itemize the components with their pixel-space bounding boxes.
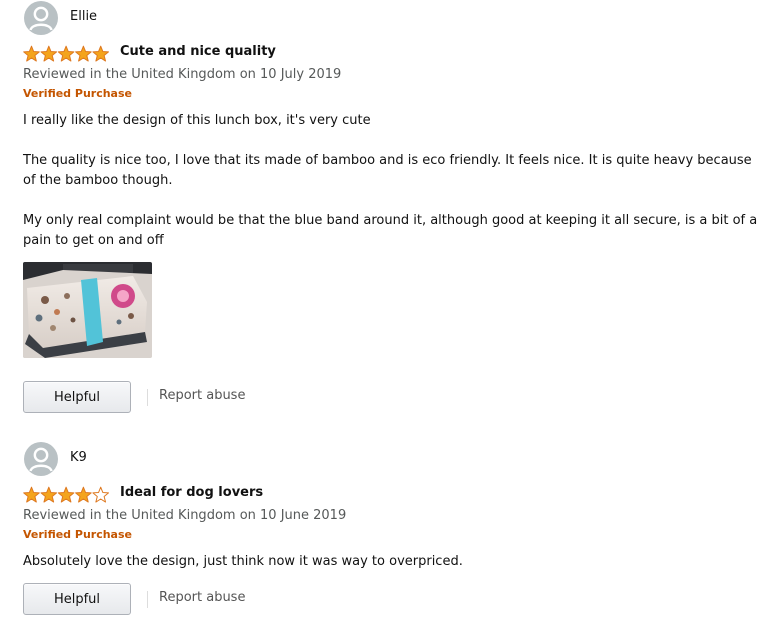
review-actions: Helpful Report abuse bbox=[23, 381, 323, 415]
review-actions: Helpful Report abuse bbox=[23, 583, 323, 617]
helpful-button[interactable]: Helpful bbox=[23, 381, 131, 413]
review-card: K9 Ideal for dog lovers Reviewed in the … bbox=[23, 442, 763, 572]
verified-purchase-badge: Verified Purchase bbox=[23, 528, 132, 541]
review-title-link[interactable]: Cute and nice quality bbox=[120, 44, 276, 59]
review-title-link[interactable]: Ideal for dog lovers bbox=[120, 485, 263, 500]
review-paragraph: Absolutely love the design, just think n… bbox=[23, 554, 463, 569]
star-filled-icon bbox=[57, 486, 75, 503]
review-paragraph: The quality is nice too, I love that its… bbox=[23, 153, 752, 188]
avatar-icon bbox=[24, 442, 58, 476]
reviewer-profile[interactable]: Ellie bbox=[23, 1, 763, 35]
report-abuse-link[interactable]: Report abuse bbox=[159, 590, 245, 605]
star-filled-icon bbox=[75, 45, 92, 62]
star-filled-icon bbox=[40, 45, 58, 62]
star-filled-icon bbox=[57, 45, 75, 62]
star-filled-icon bbox=[40, 486, 58, 503]
avatar-icon bbox=[24, 1, 58, 35]
reviewer-name[interactable]: Ellie bbox=[70, 9, 97, 24]
review-paragraph: I really like the design of this lunch b… bbox=[23, 113, 371, 128]
review-date: Reviewed in the United Kingdom on 10 Jun… bbox=[23, 508, 347, 523]
review-card: Ellie Cute and nice quality Reviewed in … bbox=[23, 1, 763, 358]
report-abuse-link[interactable]: Report abuse bbox=[159, 388, 245, 403]
star-filled-icon bbox=[92, 45, 109, 62]
review-body: Absolutely love the design, just think n… bbox=[23, 552, 763, 572]
divider bbox=[147, 591, 148, 608]
review-date: Reviewed in the United Kingdom on 10 Jul… bbox=[23, 67, 342, 82]
divider bbox=[147, 389, 148, 406]
star-filled-icon bbox=[23, 45, 40, 62]
star-filled-icon bbox=[75, 486, 92, 503]
helpful-button[interactable]: Helpful bbox=[23, 583, 131, 615]
star-rating[interactable] bbox=[23, 45, 113, 63]
review-title-row: Cute and nice quality bbox=[23, 44, 763, 64]
review-title-row: Ideal for dog lovers bbox=[23, 485, 763, 505]
review-image-thumbnail[interactable] bbox=[23, 262, 152, 358]
reviewer-name[interactable]: K9 bbox=[70, 450, 87, 465]
star-empty-icon bbox=[92, 486, 109, 503]
verified-purchase-badge: Verified Purchase bbox=[23, 87, 132, 100]
reviewer-profile[interactable]: K9 bbox=[23, 442, 763, 476]
review-paragraph: My only real complaint would be that the… bbox=[23, 213, 758, 248]
star-rating[interactable] bbox=[23, 486, 113, 504]
review-body: I really like the design of this lunch b… bbox=[23, 111, 763, 251]
star-filled-icon bbox=[23, 486, 40, 503]
